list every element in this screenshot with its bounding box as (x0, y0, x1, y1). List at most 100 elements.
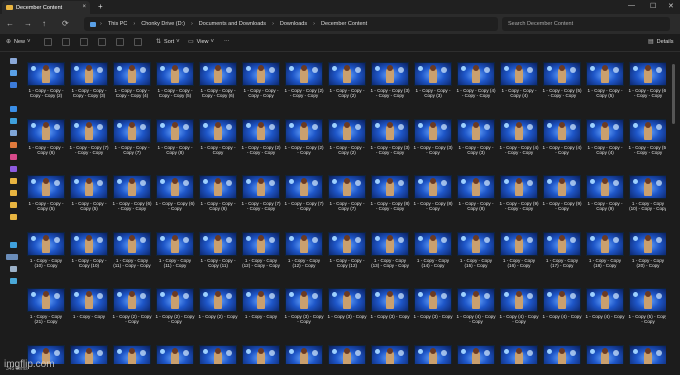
file-item[interactable]: 1 - Copy - Copy - Copy (5) (585, 62, 625, 99)
paste-icon[interactable] (80, 38, 88, 46)
file-item[interactable]: 1 - Copy - Copy (5) - Copy - Copy (542, 62, 582, 99)
file-item[interactable]: 1 - Copy - Copy - Copy (9) (585, 175, 625, 212)
file-item[interactable]: 1 - Copy - Copy - Copy (11) (198, 231, 238, 269)
file-item[interactable]: 1 - Copy (6) - (112, 344, 152, 364)
file-item[interactable]: 1 - Copy - Copy (10) - Copy (26, 231, 66, 269)
breadcrumb-drive[interactable]: Chonky Drive (D:) (141, 21, 185, 27)
file-item[interactable]: 1 - Copy - Copy (7) - Copy - Copy (69, 118, 109, 156)
file-item[interactable]: 1 - Copy - Copy (2) - Copy - Copy (241, 118, 281, 156)
tab-close-button[interactable]: × (82, 4, 86, 10)
file-item[interactable]: 1 - Copy - Copy (11) - Copy - Copy (112, 231, 152, 269)
maximize-button[interactable]: ☐ (650, 2, 656, 10)
address-bar[interactable]: › This PC › Chonky Drive (D:) › Document… (84, 17, 498, 31)
file-item[interactable]: 1 - Copy (4) - Copy (585, 288, 625, 319)
file-item[interactable]: 1 - Copy - Copy (10) - Copy - Copy (628, 175, 666, 212)
file-item[interactable]: 1 - Copy (4) - Copy - Copy (456, 288, 496, 325)
file-item[interactable]: 1 - Copy (3) - Copy (370, 288, 410, 319)
file-item[interactable]: 1 - Copy (7) - (413, 344, 453, 364)
file-item[interactable]: 1 - Copy - Copy (7) - Copy - Copy (241, 175, 281, 212)
file-item[interactable]: 1 - Copy - Copy - Copy - Copy (3) (69, 62, 109, 99)
file-item[interactable]: 1 - Copy - Copy (16) - Copy (499, 231, 539, 269)
close-button[interactable]: ✕ (668, 2, 674, 10)
file-item[interactable]: 1 - Copy - Copy - Copy (7) (112, 118, 152, 156)
desktop-icon[interactable] (10, 106, 17, 112)
this-pc-icon[interactable] (10, 242, 17, 248)
back-button[interactable]: ← (6, 19, 14, 28)
file-item[interactable]: 1 - Copy - Copy (18) - Copy (585, 231, 625, 269)
file-item[interactable]: 1 - Copy (4) - Copy (542, 288, 582, 319)
file-item[interactable]: 1 - Copy - Copy (12) - Copy (284, 231, 324, 269)
file-item[interactable]: 1 - Copy - Copy - Copy (8) (155, 118, 195, 156)
delete-icon[interactable] (134, 38, 142, 46)
file-item[interactable]: 1 - Copy - Copy (241, 288, 281, 319)
details-button[interactable]: ▤ Details (648, 38, 673, 46)
file-item[interactable]: 1 - Copy - Copy (3) - Copy - Copy (370, 62, 410, 99)
file-item[interactable]: 1 - Copy - Copy (20) - Copy (628, 231, 666, 269)
file-item[interactable]: 1 - Copy - Copy - Copy (7) (327, 175, 367, 212)
copy-icon[interactable] (62, 38, 70, 46)
file-item[interactable]: 1 - Copy - Copy (3) - Copy (413, 118, 453, 156)
breadcrumb-this-pc[interactable]: This PC (108, 21, 128, 27)
file-item[interactable]: 1 - Copy (3) - Copy - Copy (284, 288, 324, 325)
file-item[interactable]: 1 - Copy - Copy - Copy (12) (327, 231, 367, 269)
file-item[interactable]: 1 - Copy (2) - Copy (198, 288, 238, 319)
file-item[interactable]: 1 - Copy - Copy - Copy - Copy (241, 62, 281, 99)
downloads-icon[interactable] (10, 118, 17, 124)
file-item[interactable]: 1 - Copy (5) - (69, 344, 109, 364)
file-item[interactable]: 1 - Copy - Copy (4) - Copy - Copy (499, 118, 539, 156)
file-item[interactable]: 1 - Copy (8) - (542, 344, 582, 364)
folder-icon[interactable] (10, 202, 17, 208)
file-item[interactable]: 1 - Copy - Copy (7) - Copy (284, 175, 324, 212)
file-item[interactable]: 1 - Copy - Copy - Copy (3) (456, 118, 496, 156)
folder-icon[interactable] (10, 214, 17, 220)
onedrive-icon[interactable] (10, 82, 17, 88)
file-item[interactable]: 1 - Copy - Copy - Copy - Copy (6) (198, 62, 238, 99)
file-item[interactable]: 1 - Copy - Copy (14) - Copy (413, 231, 453, 269)
breadcrumb-december-content[interactable]: December Content (321, 21, 367, 27)
file-item[interactable]: 1 - Copy - Copy (4) - Copy - Copy (456, 62, 496, 99)
file-item[interactable]: 1 - Copy (8) - (585, 344, 625, 364)
file-item[interactable]: 1 - Copy - Copy (15) - Copy (456, 231, 496, 269)
view-button[interactable]: ▭ View ˅ (188, 38, 217, 46)
file-item[interactable]: 1 - Copy - Copy (69, 288, 109, 319)
scrollbar[interactable] (672, 64, 675, 124)
file-item[interactable]: 1 - Copy (2) - Copy - Copy (112, 288, 152, 325)
breadcrumb-documents[interactable]: Documents and Downloads (199, 21, 266, 27)
file-item[interactable]: 1 - Copy - Copy - Copy (4) (585, 118, 625, 156)
file-item[interactable]: 1 - Copy (6) - (241, 344, 281, 364)
file-item[interactable]: 1 - Copy - Copy - Copy (198, 118, 238, 156)
file-item[interactable]: 1 - Copy (9) - (628, 344, 666, 364)
videos-icon[interactable] (10, 166, 17, 172)
breadcrumb-downloads[interactable]: Downloads (280, 21, 307, 27)
search-input[interactable]: Search December Content (502, 17, 670, 31)
file-item[interactable]: 1 - Copy - Copy (4) - Copy (542, 118, 582, 156)
folder-icon[interactable] (10, 190, 17, 196)
more-options-button[interactable]: ··· (224, 38, 230, 44)
new-button[interactable]: ⊕ New ˅ (6, 38, 34, 46)
file-item[interactable]: 1 - Copy (5) - Copy - Copy (628, 288, 666, 325)
file-item[interactable]: 1 - Copy - Copy - Copy (3) (413, 62, 453, 99)
file-item[interactable]: 1 - Copy (8) - (499, 344, 539, 364)
up-button[interactable]: ↑ (42, 19, 46, 28)
file-item[interactable]: 1 - Copy - Copy (6) - Copy - Copy (112, 175, 152, 212)
file-item[interactable]: 1 - Copy - Copy (5) - Copy - Copy (628, 118, 666, 156)
file-item[interactable]: 1 - Copy - Copy - Copy (10) (69, 231, 109, 269)
drive-icon[interactable] (6, 254, 18, 260)
file-item[interactable]: 1 - Copy (8) - (456, 344, 496, 364)
rename-icon[interactable] (98, 38, 106, 46)
file-item[interactable]: 1 - Copy - Copy (17) - Copy (542, 231, 582, 269)
file-item[interactable]: 1 - Copy - Copy - Copy (4) (499, 62, 539, 99)
file-item[interactable]: 1 - Copy (6) - (198, 344, 238, 364)
file-item[interactable]: 1 - Copy (7) - (327, 344, 367, 364)
file-item[interactable]: 1 - Copy - Copy - Copy - Copy (2) (26, 62, 66, 99)
folder-icon[interactable] (10, 178, 17, 184)
file-item[interactable]: 1 - Copy - Copy - Copy (8) (456, 175, 496, 212)
file-item[interactable]: 1 - Copy (3) - Copy (327, 288, 367, 319)
share-icon[interactable] (116, 38, 124, 46)
music-icon[interactable] (10, 154, 17, 160)
tab-december-content[interactable]: December Content × (2, 1, 90, 14)
refresh-button[interactable]: ⟳ (62, 19, 69, 28)
home-icon[interactable] (10, 58, 17, 64)
forward-button[interactable]: → (24, 19, 32, 28)
sort-button[interactable]: ⇅ Sort ˅ (156, 38, 183, 46)
